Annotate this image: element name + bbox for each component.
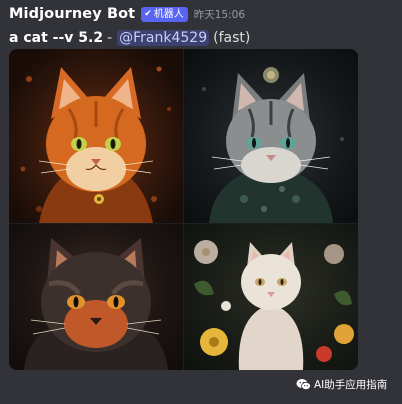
wechat-icon	[296, 378, 311, 390]
dark-cat-illustration	[24, 238, 168, 370]
bot-tag: ✔ 机器人	[141, 6, 188, 22]
prompt-text: a cat --v 5.2	[9, 30, 104, 46]
image-tile-4[interactable]	[184, 224, 358, 370]
image-tile-1[interactable]	[9, 49, 183, 223]
message-content: a cat --v 5.2 - @Frank4529 (fast)	[9, 27, 250, 49]
white-cat-illustration	[194, 240, 354, 370]
watermark-text: AI助手应用指南	[314, 378, 388, 391]
orange-cat-illustration	[20, 66, 171, 223]
image-tile-2[interactable]	[184, 49, 358, 223]
message-header: Midjourney Bot ✔ 机器人 昨天15:06	[9, 4, 245, 24]
generation-mode: (fast)	[213, 30, 251, 46]
author-name[interactable]: Midjourney Bot	[9, 6, 135, 22]
user-mention[interactable]: @Frank4529	[117, 30, 210, 46]
image-grid[interactable]	[9, 49, 358, 370]
image-tile-3[interactable]	[9, 224, 183, 370]
separator: -	[107, 30, 113, 46]
bot-tag-label: 机器人	[153, 8, 184, 20]
message-timestamp: 昨天15:06	[193, 8, 245, 21]
watermark: AI助手应用指南	[296, 375, 387, 393]
checkmark-icon: ✔	[144, 8, 152, 19]
grey-cat-illustration	[202, 67, 344, 223]
chat-message: Midjourney Bot ✔ 机器人 昨天15:06 a cat --v 5…	[0, 0, 402, 404]
